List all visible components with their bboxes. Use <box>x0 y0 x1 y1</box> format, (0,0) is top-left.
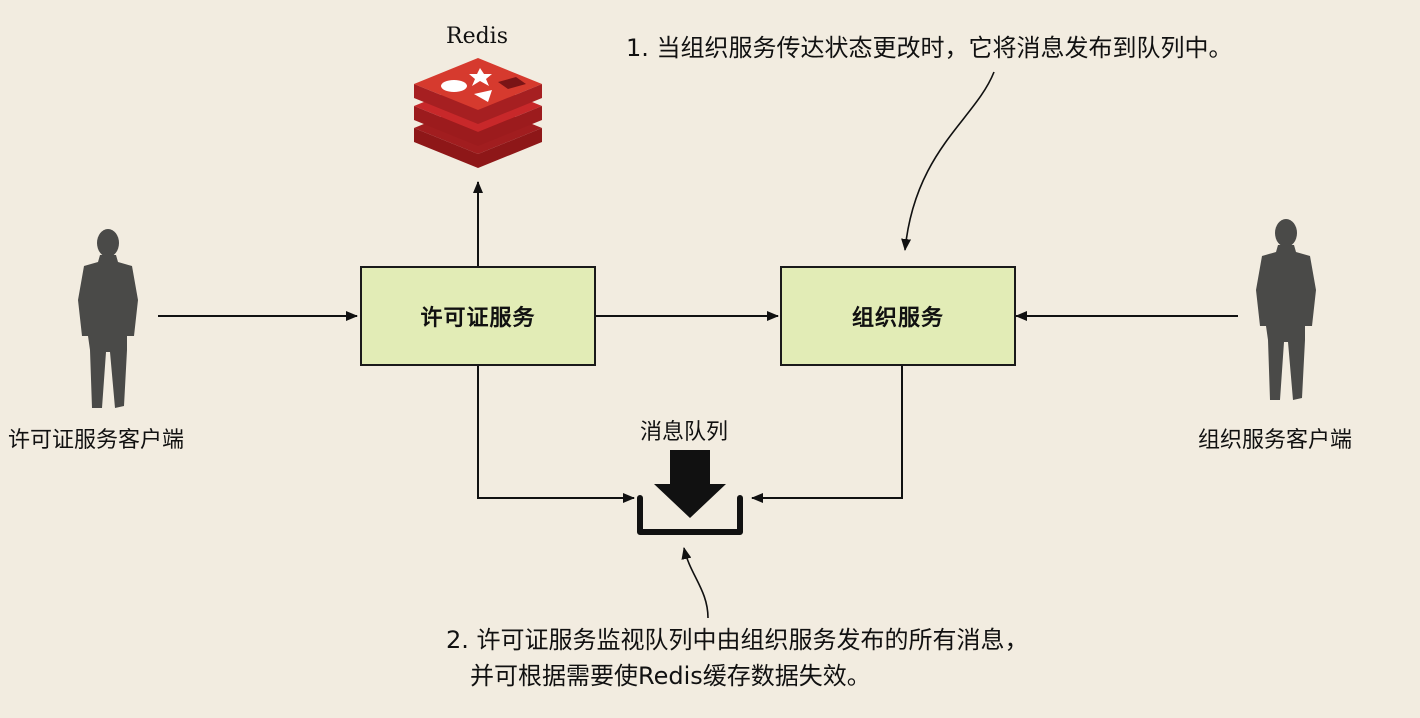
step2-note-line1: 2. 许可证服务监视队列中由组织服务发布的所有消息， <box>446 626 1029 654</box>
arrow-org-service-to-queue <box>751 366 903 503</box>
person-silhouette-icon <box>1256 219 1316 400</box>
diagram-canvas: Redis 许可证服务 组织服务 消息队列 许可证服务客户端 组织服务客户端 1… <box>0 0 1420 718</box>
connector-layer <box>78 58 1316 619</box>
redis-logo-icon <box>414 58 542 168</box>
license-service-box: 许可证服务 <box>360 266 596 366</box>
org-client-label: 组织服务客户端 <box>1198 428 1353 453</box>
step1-note: 1. 当组织服务传达状态更改时，它将消息发布到队列中。 <box>626 34 1233 62</box>
callout-arrow-step1 <box>901 71 995 251</box>
person-silhouette-icon <box>78 229 138 408</box>
callout-arrow-step2 <box>681 547 709 619</box>
step2-note-line2: 并可根据需要使Redis缓存数据失效。 <box>470 662 871 690</box>
license-client-label: 许可证服务客户端 <box>8 428 185 453</box>
org-service-label: 组织服务 <box>851 306 944 331</box>
arrow-license-service-to-queue <box>477 366 635 503</box>
redis-label: Redis <box>446 24 508 49</box>
org-service-box: 组织服务 <box>780 266 1016 366</box>
license-service-label: 许可证服务 <box>420 306 536 331</box>
message-queue-icon <box>637 450 743 535</box>
queue-label: 消息队列 <box>640 420 729 445</box>
